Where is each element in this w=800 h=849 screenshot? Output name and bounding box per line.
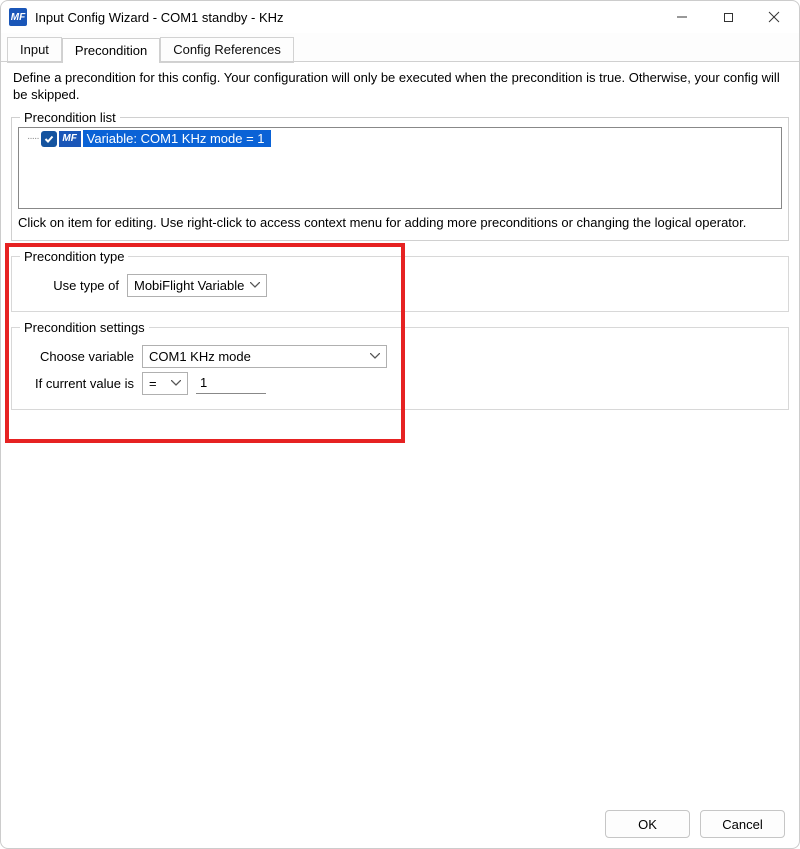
choose-variable-select[interactable]: COM1 KHz mode [142,345,387,368]
dialog-button-bar: OK Cancel [605,810,785,838]
cancel-button[interactable]: Cancel [700,810,785,838]
precondition-type-group: Precondition type Use type of MobiFlight… [11,249,789,312]
window-titlebar: MF Input Config Wizard - COM1 standby - … [1,1,799,33]
tab-bar: Input Precondition Config References [1,33,799,62]
if-current-value-label: If current value is [22,376,142,391]
choose-variable-label: Choose variable [22,349,142,364]
precondition-type-select[interactable]: MobiFlight Variable [127,274,267,297]
precondition-settings-legend: Precondition settings [20,320,149,335]
window-title: Input Config Wizard - COM1 standby - KHz [35,10,659,25]
item-checkbox[interactable] [41,131,57,147]
precondition-type-legend: Precondition type [20,249,128,264]
precondition-list-legend: Precondition list [20,110,120,125]
tab-config-references[interactable]: Config References [160,37,294,63]
operator-select[interactable]: = [142,372,188,395]
use-type-of-label: Use type of [22,278,127,293]
precondition-description: Define a precondition for this config. Y… [13,70,787,104]
mobiflight-icon: MF [59,131,81,147]
precondition-item[interactable]: ····· MF Variable: COM1 KHz mode = 1 [21,130,779,148]
precondition-settings-group: Precondition settings Choose variable CO… [11,320,789,410]
app-icon: MF [9,8,27,26]
precondition-list-group: Precondition list ····· MF Variable: COM… [11,110,789,241]
maximize-button[interactable] [705,2,751,32]
compare-value-input[interactable] [196,372,266,394]
close-button[interactable] [751,2,797,32]
tab-input[interactable]: Input [7,37,62,63]
minimize-button[interactable] [659,2,705,32]
precondition-item-label: Variable: COM1 KHz mode = 1 [83,130,271,147]
ok-button[interactable]: OK [605,810,690,838]
tree-connector-icon: ····· [21,133,41,144]
precondition-list-hint: Click on item for editing. Use right-cli… [18,215,782,230]
precondition-listbox[interactable]: ····· MF Variable: COM1 KHz mode = 1 [18,127,782,209]
tab-precondition[interactable]: Precondition [62,38,160,63]
